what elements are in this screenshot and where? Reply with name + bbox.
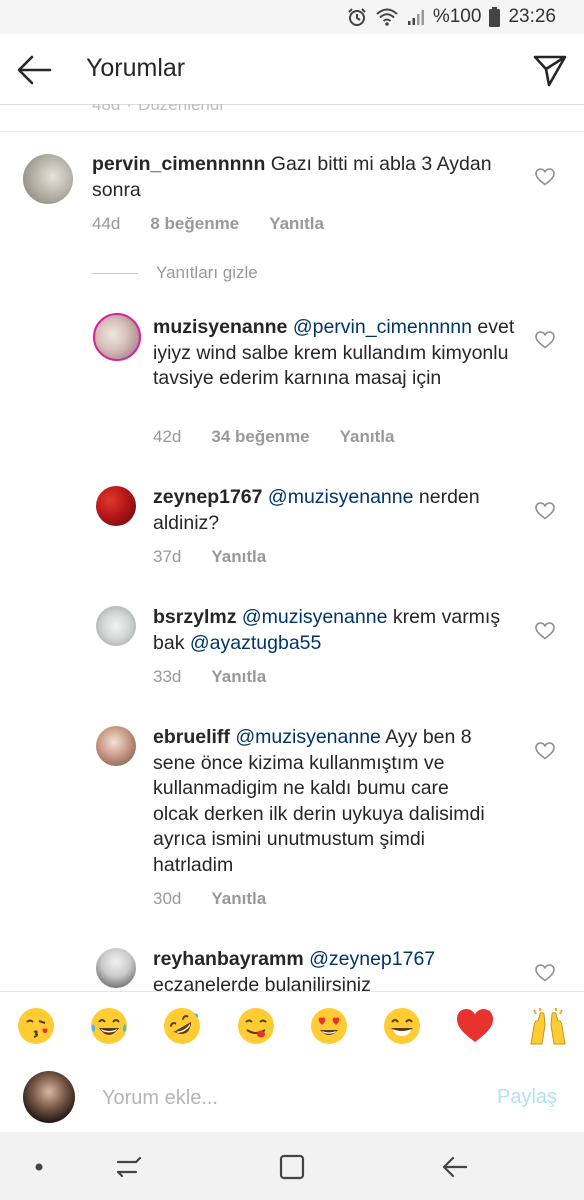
- dot-indicator-icon: [35, 1163, 43, 1171]
- current-user-avatar: [23, 1071, 75, 1123]
- savoring-food-emoji-icon[interactable]: [236, 1006, 276, 1046]
- avatar[interactable]: [96, 948, 136, 988]
- reply-text: reyhanbayramm @zeynep1767 eczanelerde bu…: [153, 947, 523, 991]
- home-icon[interactable]: [277, 1152, 307, 1182]
- tears-of-joy-emoji-icon[interactable]: [89, 1006, 129, 1046]
- heart-icon[interactable]: [535, 964, 555, 982]
- red-heart-emoji-icon[interactable]: [455, 1006, 495, 1046]
- system-navigation-bar: [0, 1132, 584, 1200]
- comment-input[interactable]: [102, 1084, 482, 1112]
- kissing-face-emoji-icon[interactable]: [16, 1006, 56, 1046]
- reply-body: eczanelerde bulanilirsiniz: [153, 973, 371, 992]
- heart-eyes-emoji-icon[interactable]: [309, 1006, 349, 1046]
- reply-item: reyhanbayramm @zeynep1767 eczanelerde bu…: [0, 0, 584, 991]
- reply-mention[interactable]: @zeynep1767: [309, 948, 435, 970]
- raising-hands-emoji-icon[interactable]: [528, 1006, 568, 1046]
- back-nav-icon[interactable]: [440, 1152, 470, 1182]
- reply-username[interactable]: reyhanbayramm: [153, 948, 304, 970]
- rolling-laughing-emoji-icon[interactable]: [162, 1006, 202, 1046]
- emoji-quick-bar: [0, 991, 584, 1063]
- comment-composer: Paylaş: [0, 1062, 584, 1132]
- recent-apps-icon[interactable]: [114, 1152, 144, 1182]
- beaming-face-emoji-icon[interactable]: [382, 1006, 422, 1046]
- share-button[interactable]: Paylaş: [497, 1086, 557, 1109]
